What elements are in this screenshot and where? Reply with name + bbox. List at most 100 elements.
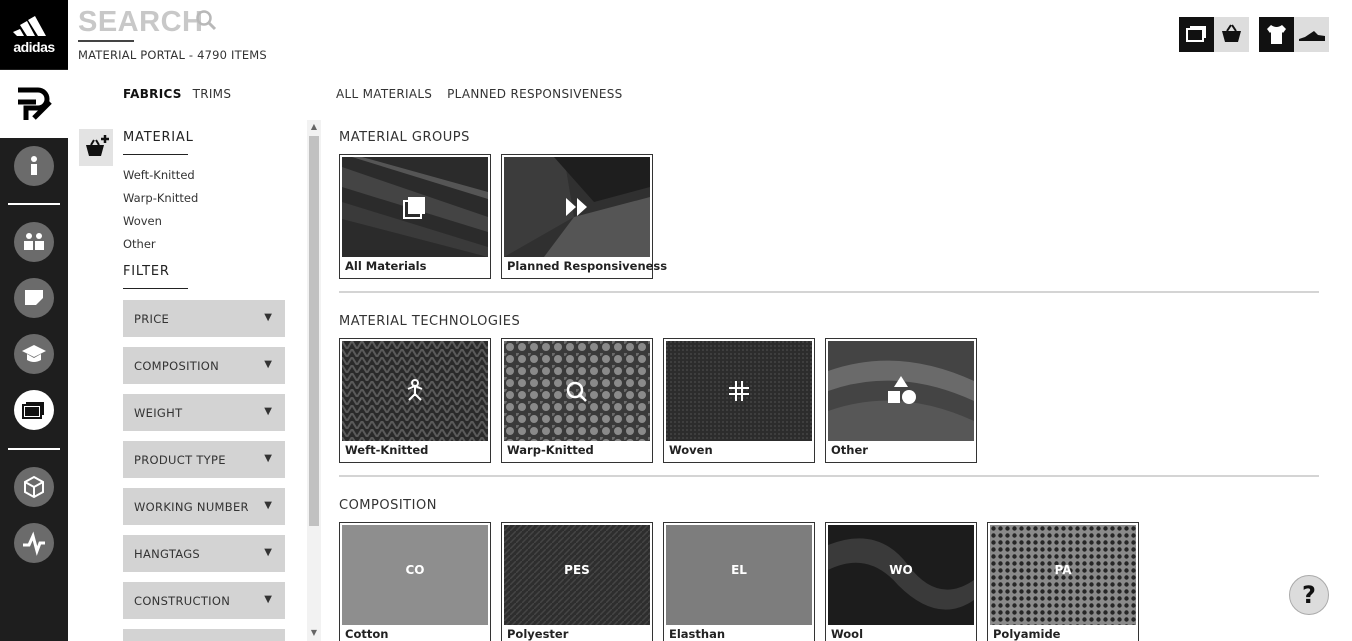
activity-icon bbox=[23, 531, 45, 556]
filter-product-type-dropdown[interactable]: PRODUCT TYPE ▼ bbox=[123, 441, 285, 478]
section-title-composition: COMPOSITION bbox=[339, 498, 437, 513]
card-caption: Weft-Knitted bbox=[345, 443, 429, 457]
card-image: PES bbox=[504, 525, 650, 625]
adidas-stripes-icon bbox=[13, 16, 46, 36]
section-divider bbox=[339, 291, 1319, 293]
filter-label: PRODUCT TYPE bbox=[134, 453, 226, 467]
card-caption: Other bbox=[831, 443, 868, 457]
card-image: WO bbox=[828, 525, 974, 625]
nav-learning-button[interactable] bbox=[14, 334, 54, 374]
card-image bbox=[342, 341, 488, 441]
basket-toggle[interactable] bbox=[1214, 17, 1249, 52]
card-caption: Polyamide bbox=[993, 627, 1061, 641]
tshirt-icon bbox=[1267, 25, 1286, 44]
section-divider bbox=[339, 475, 1319, 477]
tab-all-materials[interactable]: ALL MATERIALS bbox=[336, 87, 432, 101]
card-weft-knitted[interactable]: Weft-Knitted bbox=[339, 338, 491, 463]
scroll-up-icon[interactable]: ▲ bbox=[307, 122, 321, 131]
material-link-warp-knitted[interactable]: Warp-Knitted bbox=[123, 191, 198, 205]
brand-name: adidas bbox=[13, 39, 55, 55]
card-woven[interactable]: Woven bbox=[663, 338, 815, 463]
help-button[interactable]: ? bbox=[1289, 575, 1329, 615]
view-materials-toggle[interactable] bbox=[1179, 17, 1214, 52]
heading-underline bbox=[123, 288, 188, 289]
nav-notes-button[interactable] bbox=[14, 278, 54, 318]
tab-trims[interactable]: TRIMS bbox=[193, 87, 232, 101]
card-image bbox=[504, 341, 650, 441]
portal-item-count: MATERIAL PORTAL - 4790 ITEMS bbox=[78, 48, 267, 62]
tab-fabrics[interactable]: FABRICS bbox=[123, 87, 182, 101]
info-icon bbox=[31, 156, 37, 175]
users-icon bbox=[24, 233, 44, 250]
card-caption: Elasthan bbox=[669, 627, 726, 641]
filter-hangtags-dropdown[interactable]: HANGTAGS ▼ bbox=[123, 535, 285, 572]
portal-p-icon bbox=[18, 87, 52, 120]
adidas-logo[interactable]: adidas bbox=[0, 0, 68, 69]
filter-price-dropdown[interactable]: PRICE ▼ bbox=[123, 300, 285, 337]
shapes-icon bbox=[888, 376, 916, 404]
chevron-down-icon: ▼ bbox=[264, 594, 272, 605]
search-label[interactable]: SEARCH bbox=[78, 6, 203, 39]
material-tabs: ALL MATERIALS PLANNED RESPONSIVENESS bbox=[336, 87, 634, 101]
filter-label: WORKING NUMBER bbox=[134, 500, 249, 514]
filter-composition-dropdown[interactable]: COMPOSITION ▼ bbox=[123, 347, 285, 384]
nav-materials-button[interactable] bbox=[14, 390, 54, 430]
card-other[interactable]: Other bbox=[825, 338, 977, 463]
card-caption: Planned Responsiveness bbox=[507, 259, 668, 273]
chevron-down-icon: ▼ bbox=[264, 406, 272, 417]
card-caption: All Materials bbox=[345, 259, 427, 273]
chevron-down-icon: ▼ bbox=[264, 500, 272, 511]
filter-label: CONSTRUCTION bbox=[134, 594, 231, 608]
filter-label: PRICE bbox=[134, 312, 170, 326]
filter-heading: FILTER bbox=[123, 264, 170, 279]
filter-weight-dropdown[interactable]: WEIGHT ▼ bbox=[123, 394, 285, 431]
shoe-icon bbox=[1299, 31, 1325, 41]
composition-code: PA bbox=[1054, 563, 1072, 577]
cube-icon bbox=[24, 475, 44, 499]
card-polyamide[interactable]: PA Polyamide bbox=[987, 522, 1139, 641]
filter-more-dropdown[interactable] bbox=[123, 629, 285, 641]
apparel-toggle[interactable] bbox=[1259, 17, 1294, 52]
graduation-cap-icon bbox=[22, 345, 46, 362]
filter-label: HANGTAGS bbox=[134, 547, 201, 561]
layers-icon bbox=[403, 197, 425, 219]
card-all-materials[interactable]: All Materials bbox=[339, 154, 491, 279]
card-polyester[interactable]: PES Polyester bbox=[501, 522, 653, 641]
scroll-thumb[interactable] bbox=[309, 136, 319, 526]
card-image: CO bbox=[342, 525, 488, 625]
portal-logo[interactable] bbox=[0, 70, 68, 138]
card-cotton[interactable]: CO Cotton bbox=[339, 522, 491, 641]
nav-team-button[interactable] bbox=[14, 222, 54, 262]
nav-3d-button[interactable] bbox=[14, 467, 54, 507]
composition-code: EL bbox=[731, 563, 747, 577]
card-wool[interactable]: WO Wool bbox=[825, 522, 977, 641]
warp-knit-icon bbox=[566, 381, 587, 402]
card-warp-knitted[interactable]: Warp-Knitted bbox=[501, 338, 653, 463]
filter-working-number-dropdown[interactable]: WORKING NUMBER ▼ bbox=[123, 488, 285, 525]
material-link-other[interactable]: Other bbox=[123, 237, 156, 251]
card-elasthan[interactable]: EL Elasthan bbox=[663, 522, 815, 641]
note-icon bbox=[25, 290, 43, 305]
material-link-woven[interactable]: Woven bbox=[123, 214, 162, 228]
filter-scrollbar[interactable]: ▲ ▼ bbox=[307, 120, 321, 641]
material-link-weft-knitted[interactable]: Weft-Knitted bbox=[123, 168, 195, 182]
composition-code: WO bbox=[889, 563, 913, 577]
card-planned-responsiveness[interactable]: Planned Responsiveness bbox=[501, 154, 667, 279]
nav-activity-button[interactable] bbox=[14, 523, 54, 563]
card-caption: Warp-Knitted bbox=[507, 443, 594, 457]
card-caption: Wool bbox=[831, 627, 864, 641]
weft-knit-icon bbox=[407, 379, 423, 401]
search-underline bbox=[78, 40, 134, 42]
search-icon[interactable] bbox=[194, 9, 218, 33]
footwear-toggle[interactable] bbox=[1294, 17, 1329, 52]
chevron-down-icon: ▼ bbox=[264, 312, 272, 323]
filter-construction-dropdown[interactable]: CONSTRUCTION ▼ bbox=[123, 582, 285, 619]
tab-planned-responsiveness[interactable]: PLANNED RESPONSIVENESS bbox=[447, 87, 623, 101]
scroll-down-icon[interactable]: ▼ bbox=[307, 628, 321, 637]
section-title-material-technologies: MATERIAL TECHNOLOGIES bbox=[339, 314, 521, 329]
add-to-basket-button[interactable] bbox=[79, 129, 113, 166]
composition-code: CO bbox=[405, 563, 425, 577]
nav-info-button[interactable] bbox=[14, 146, 54, 186]
chevron-down-icon: ▼ bbox=[264, 547, 272, 558]
card-image bbox=[666, 341, 812, 441]
